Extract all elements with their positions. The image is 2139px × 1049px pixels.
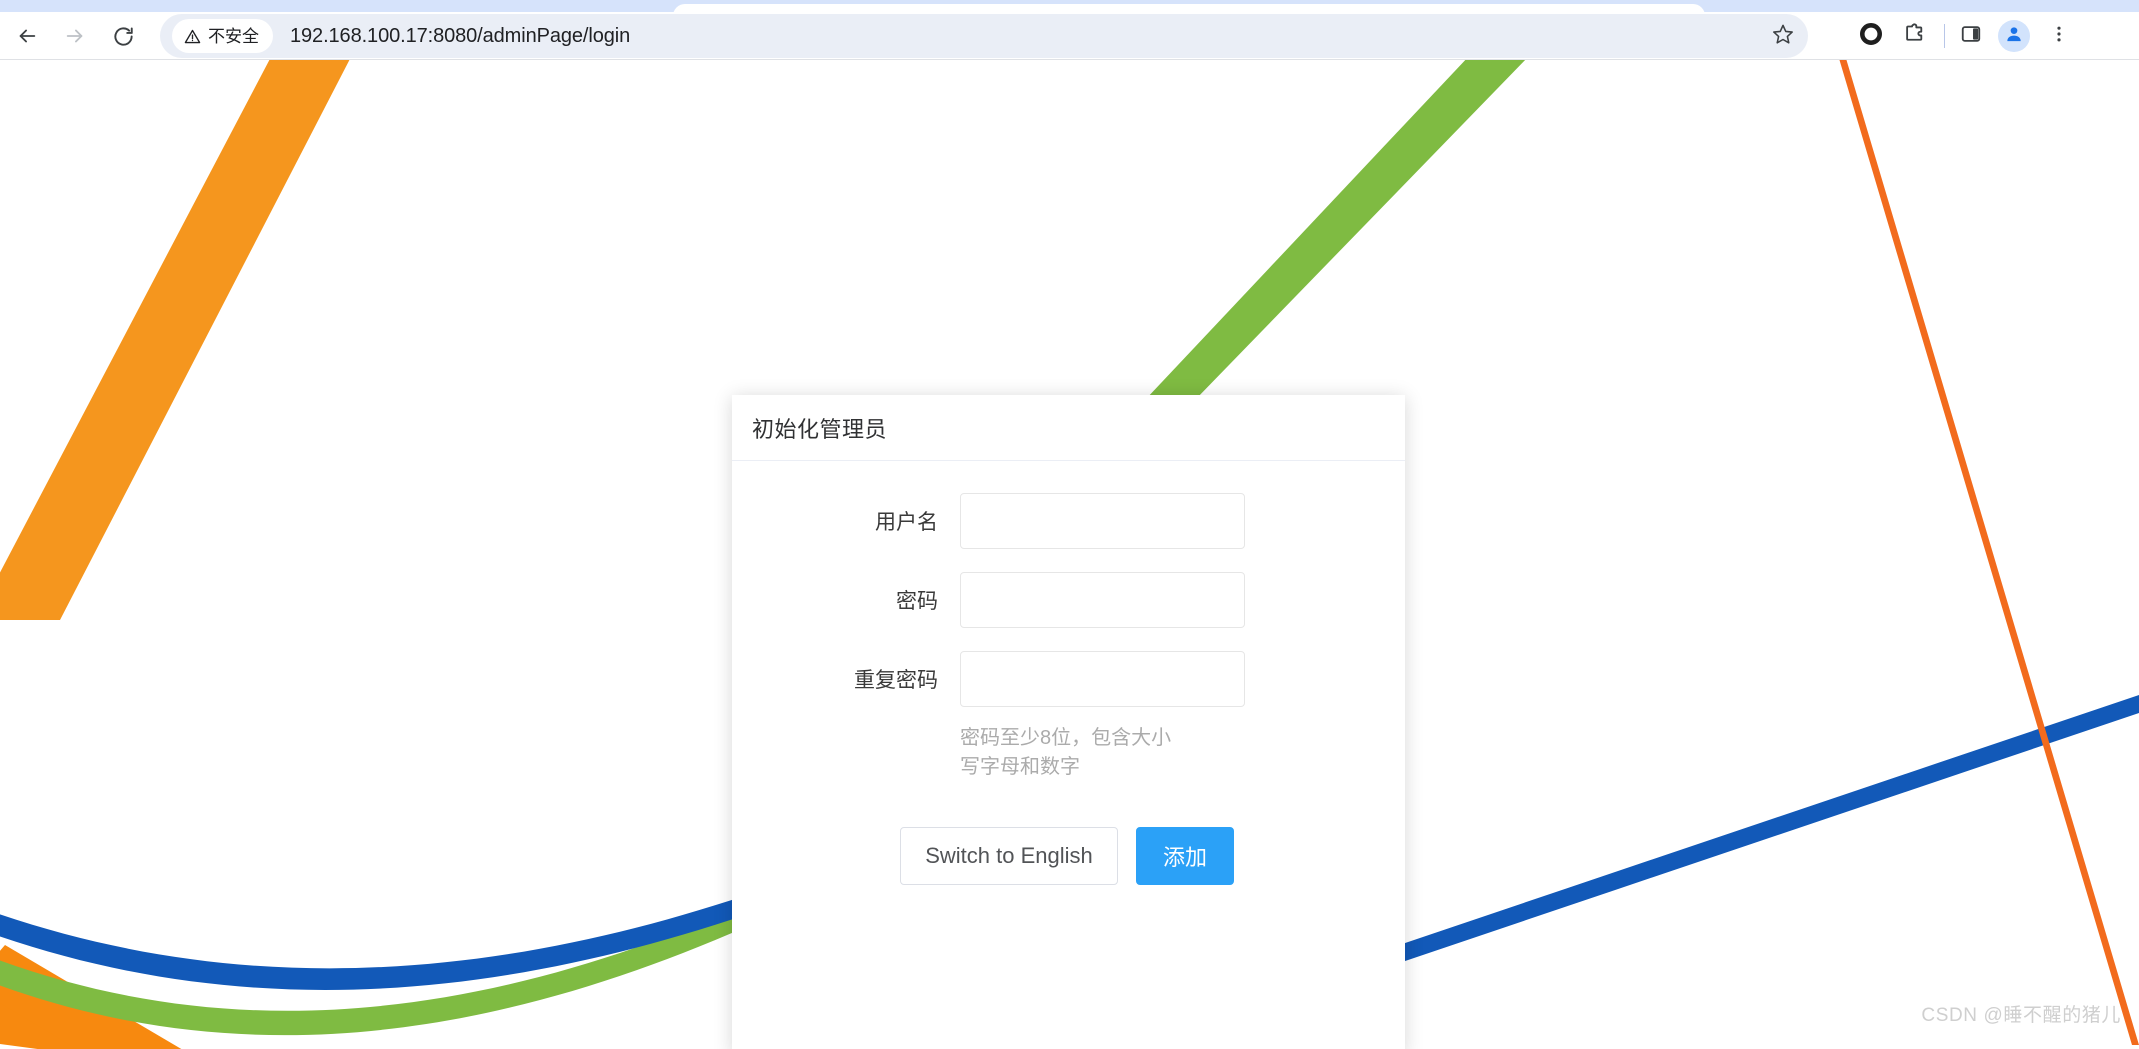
profile-button[interactable] xyxy=(1995,17,2033,55)
browser-menu-button[interactable] xyxy=(2040,17,2078,55)
browser-toolbar: 不安全 192.168.100.17:8080/adminPage/login xyxy=(0,12,2139,60)
form-row-username: 用户名 xyxy=(732,493,1405,549)
security-label: 不安全 xyxy=(208,26,259,46)
page-viewport: 初始化管理员 用户名 密码 重复密码 密码至少8位，包含大小写字母和数字 Swi… xyxy=(0,60,2139,1049)
record-icon xyxy=(1860,22,1882,50)
username-input[interactable] xyxy=(960,493,1245,549)
star-icon xyxy=(1772,23,1794,50)
form-row-password: 密码 xyxy=(732,572,1405,628)
green-wave xyxy=(0,850,860,1036)
repeat-password-label: 重复密码 xyxy=(854,669,938,692)
side-panel-icon xyxy=(1960,23,1982,50)
green-band-top xyxy=(1145,60,1526,400)
submit-add-button[interactable]: 添加 xyxy=(1136,827,1234,885)
form-row-repeat-password: 重复密码 xyxy=(732,651,1405,707)
dialog-header: 初始化管理员 xyxy=(732,395,1405,461)
back-button[interactable] xyxy=(7,16,47,56)
orange-thin-line xyxy=(1839,60,2139,1045)
tab-strip xyxy=(0,0,2139,12)
side-panel-button[interactable] xyxy=(1952,17,1990,55)
url-text: 192.168.100.17:8080/adminPage/login xyxy=(290,24,631,47)
arrow-right-icon xyxy=(64,25,86,47)
password-label: 密码 xyxy=(896,590,938,613)
extensions-puzzle-icon xyxy=(1903,22,1926,50)
orange-band-top xyxy=(0,60,350,620)
bookmark-button[interactable] xyxy=(1764,17,1802,55)
reload-button[interactable] xyxy=(103,16,143,56)
username-label: 用户名 xyxy=(875,511,938,534)
address-bar[interactable]: 不安全 192.168.100.17:8080/adminPage/login xyxy=(160,14,1808,58)
dialog-body: 用户名 密码 重复密码 密码至少8位，包含大小写字母和数字 Switch to … xyxy=(732,461,1405,885)
forward-button[interactable] xyxy=(55,16,95,56)
extensions-button[interactable] xyxy=(1895,17,1933,55)
avatar xyxy=(1998,20,2030,52)
repeat-password-input[interactable] xyxy=(960,651,1245,707)
browser-window: 初始化管理员 用户名 密码 重复密码 密码至少8位，包含大小写字母和数字 Swi… xyxy=(0,0,2139,1049)
toolbar-divider xyxy=(1944,24,1945,48)
csdn-watermark: CSDN @睡不醒的猪儿 xyxy=(1921,1005,2121,1026)
warning-triangle-icon xyxy=(184,28,201,45)
three-dot-menu-icon xyxy=(2049,24,2069,49)
browser-chrome: 不安全 192.168.100.17:8080/adminPage/login xyxy=(0,0,2139,60)
dialog-title: 初始化管理员 xyxy=(752,416,888,442)
reload-icon xyxy=(112,25,135,48)
switch-language-button[interactable]: Switch to English xyxy=(900,827,1118,885)
dialog-actions: Switch to English 添加 xyxy=(900,827,1405,885)
record-button[interactable] xyxy=(1852,17,1890,55)
init-admin-dialog: 初始化管理员 用户名 密码 重复密码 密码至少8位，包含大小写字母和数字 Swi… xyxy=(732,395,1405,1049)
password-rule-hint: 密码至少8位，包含大小写字母和数字 xyxy=(960,727,1172,778)
password-input[interactable] xyxy=(960,572,1245,628)
profile-avatar-icon xyxy=(2004,24,2024,49)
site-security-chip[interactable]: 不安全 xyxy=(172,19,273,53)
arrow-left-icon xyxy=(16,25,38,47)
active-tab[interactable] xyxy=(673,4,1705,12)
